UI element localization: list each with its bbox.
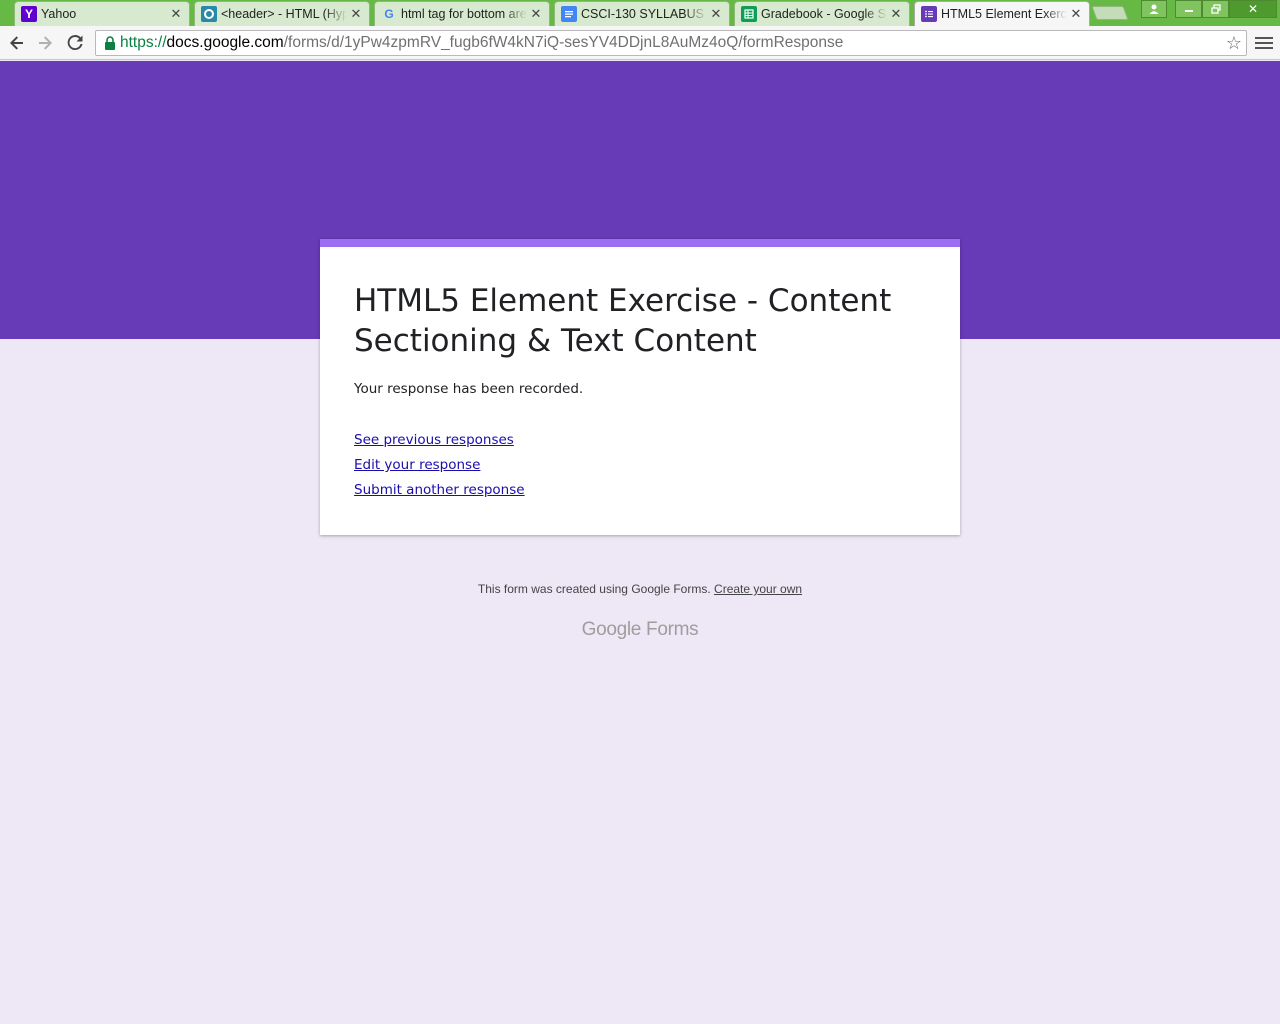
tab-close-icon[interactable]: ✕ — [1069, 6, 1083, 22]
form-page: HTML5 Element Exercise - Content Section… — [0, 61, 1280, 1024]
tab-title: HTML5 Element Exercise — [941, 7, 1067, 21]
tab-title: CSCI-130 SYLLABUS - M — [581, 7, 707, 21]
window-close-icon[interactable]: ✕ — [1229, 0, 1277, 18]
tab-title: <header> - HTML (Hyp — [221, 7, 347, 21]
tab-gradebook[interactable]: Gradebook - Google Sh ✕ — [734, 1, 910, 26]
new-tab-button[interactable] — [1091, 6, 1129, 20]
user-profile-icon[interactable] — [1141, 0, 1167, 18]
google-sheets-icon — [741, 6, 757, 22]
bookmark-star-icon[interactable]: ☆ — [1226, 33, 1242, 54]
footer-note: This form was created using Google Forms… — [0, 582, 1280, 596]
see-previous-responses-link[interactable]: See previous responses — [354, 432, 514, 448]
tab-close-icon[interactable]: ✕ — [709, 6, 723, 22]
browser-toolbar: https://docs.google.com/forms/d/1yPw4zpm… — [0, 26, 1280, 60]
tab-title: Yahoo — [41, 7, 77, 21]
tab-close-icon[interactable]: ✕ — [529, 6, 543, 22]
edit-response-link[interactable]: Edit your response — [354, 457, 480, 473]
response-card: HTML5 Element Exercise - Content Section… — [320, 239, 960, 535]
minimize-icon[interactable] — [1175, 0, 1202, 18]
tab-close-icon[interactable]: ✕ — [169, 6, 183, 22]
tab-strip: Y Yahoo ✕ <header> - HTML (Hyp ✕ G html … — [0, 0, 1280, 26]
tab-title: html tag for bottom are — [401, 7, 527, 21]
chrome-menu-icon[interactable] — [1255, 33, 1273, 53]
restore-icon[interactable] — [1202, 0, 1229, 18]
forward-arrow-icon[interactable] — [33, 31, 57, 55]
google-icon: G — [384, 7, 394, 21]
url-scheme: https:// — [120, 34, 167, 51]
create-your-own-link[interactable]: Create your own — [714, 582, 802, 596]
tab-html5-exercise[interactable]: HTML5 Element Exercise ✕ — [914, 1, 1090, 26]
confirmation-message: Your response has been recorded. — [354, 381, 584, 397]
address-bar[interactable]: https://docs.google.com/forms/d/1yPw4zpm… — [95, 30, 1247, 56]
tab-close-icon[interactable]: ✕ — [889, 6, 903, 22]
google-forms-icon — [921, 6, 937, 22]
back-arrow-icon[interactable] — [5, 31, 29, 55]
url-host: docs.google.com — [166, 34, 284, 51]
tab-google-search[interactable]: G html tag for bottom are ✕ — [374, 1, 550, 26]
mdn-icon — [201, 6, 217, 22]
yahoo-icon: Y — [21, 6, 37, 22]
form-title: HTML5 Element Exercise - Content Section… — [354, 283, 892, 359]
tab-mdn-header[interactable]: <header> - HTML (Hyp ✕ — [194, 1, 370, 26]
reload-icon[interactable] — [63, 31, 87, 55]
tab-csci-syllabus[interactable]: CSCI-130 SYLLABUS - M ✕ — [554, 1, 730, 26]
tab-title: Gradebook - Google Sh — [761, 7, 887, 21]
tab-close-icon[interactable]: ✕ — [349, 6, 363, 22]
google-docs-icon — [561, 6, 577, 22]
google-forms-logo: Google Forms — [581, 619, 699, 640]
url-path: /forms/d/1yPw4zpmRV_fugb6fW4kN7iQ-sesYV4… — [283, 34, 844, 51]
submit-another-response-link[interactable]: Submit another response — [354, 482, 525, 498]
tab-yahoo[interactable]: Y Yahoo ✕ — [14, 1, 190, 26]
footer-note-text: This form was created using Google Forms… — [477, 582, 711, 596]
lock-icon — [100, 35, 120, 51]
